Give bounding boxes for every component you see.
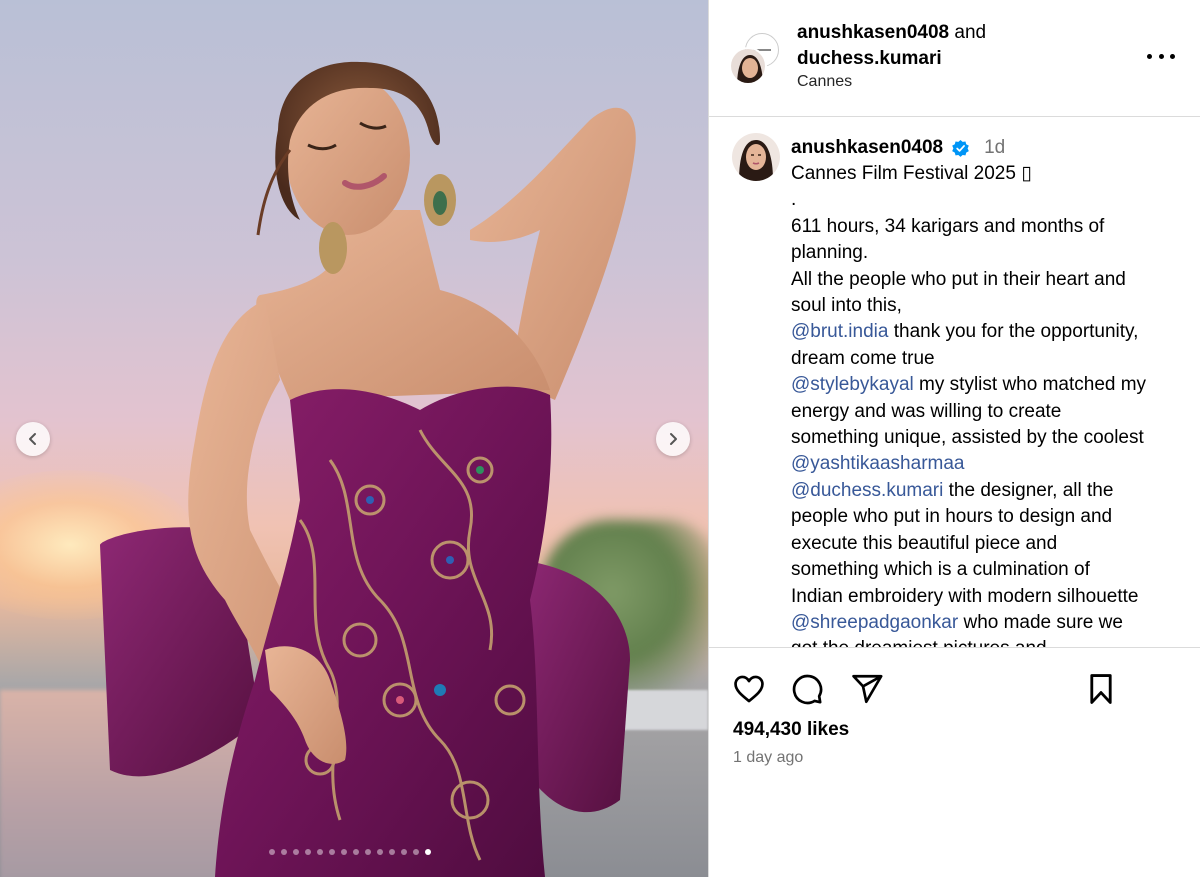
likes-count[interactable]: 494,430 likes — [733, 719, 849, 741]
caption-text-segment: . — [791, 189, 797, 211]
caption-text: Cannes Film Festival 2025 ▯. 611 hours, 3… — [791, 161, 1186, 648]
chevron-left-icon — [29, 433, 36, 445]
mention-link[interactable]: @duchess.kumari — [791, 480, 943, 501]
caption-line: execute this beautiful piece and — [791, 531, 1186, 557]
caption-line: Indian embroidery with modern silhouette — [791, 584, 1186, 610]
caption-line: 611 hours, 34 karigars and months of — [791, 214, 1186, 240]
carousel-dot — [365, 849, 371, 855]
carousel-indicators — [220, 849, 480, 857]
caption-text-segment: 611 hours, 34 karigars and months of — [791, 215, 1105, 237]
caption-line: soul into this, — [791, 293, 1186, 319]
caption-avatar[interactable] — [732, 133, 780, 181]
verified-badge-icon — [952, 139, 969, 157]
caption-line: something which is a culmination of — [791, 557, 1186, 583]
mention-link[interactable]: @yashtikaasharmaa — [791, 453, 964, 474]
caption-body: anushkasen0408 1d Cannes Film Festival 2… — [791, 135, 1186, 648]
post-location[interactable]: Cannes — [797, 73, 852, 91]
caption-line: Cannes Film Festival 2025 ▯ — [791, 161, 1186, 187]
caption-text-segment: who made sure we — [958, 611, 1123, 633]
carousel-dot — [425, 849, 431, 855]
comment-icon — [792, 674, 823, 705]
caption-text-segment: All the people who put in their heart an… — [791, 268, 1126, 290]
carousel-prev-button[interactable] — [16, 422, 50, 456]
header-username-2[interactable]: duchess.kumari — [797, 48, 942, 69]
caption-line: energy and was willing to create — [791, 399, 1186, 425]
caption-text-segment: thank you for the opportunity, — [888, 321, 1139, 343]
caption-line: people who put in hours to design and — [791, 504, 1186, 530]
comment-button[interactable] — [789, 671, 825, 707]
caption-text-segment: something which is a culmination of — [791, 559, 1090, 581]
collab-usernames: anushkasen0408 and duchess.kumari — [797, 20, 986, 72]
caption-text-segment: the designer, all the — [943, 479, 1114, 501]
caption-line: All the people who put in their heart an… — [791, 267, 1186, 293]
carousel-dot — [281, 849, 287, 855]
carousel-dot — [389, 849, 395, 855]
caption-header: anushkasen0408 1d — [791, 135, 1186, 161]
mention-link[interactable]: @shreepadgaonkar — [791, 612, 958, 633]
caption-text-segment: dream come true — [791, 347, 935, 369]
caption-username[interactable]: anushkasen0408 — [791, 135, 943, 161]
carousel-dot — [377, 849, 383, 855]
caption-line: @yashtikaasharmaa — [791, 451, 1186, 477]
caption-line: . — [791, 187, 1186, 213]
caption-text-segment: Cannes Film Festival 2025 ▯ — [791, 163, 1032, 184]
carousel-dot — [305, 849, 311, 855]
caption-text-segment: planning. — [791, 242, 869, 264]
mention-link[interactable]: @brut.india — [791, 321, 888, 342]
carousel-dot — [269, 849, 275, 855]
mention-link[interactable]: @stylebykayal — [791, 374, 914, 395]
post-media[interactable] — [0, 0, 708, 877]
header-and: and — [954, 22, 987, 43]
header-username-1[interactable]: anushkasen0408 — [797, 22, 949, 43]
caption-text-segment: soul into this, — [791, 295, 902, 317]
caption-line: dream come true — [791, 346, 1186, 372]
carousel-next-button[interactable] — [656, 422, 690, 456]
avatar-anushkasen0408[interactable] — [729, 47, 767, 85]
caption-text-segment: something unique, assisted by the cooles… — [791, 427, 1144, 449]
caption-text-segment: my stylist who matched my — [913, 374, 1147, 396]
save-button[interactable] — [1083, 671, 1119, 707]
caption-section: anushkasen0408 1d Cannes Film Festival 2… — [709, 118, 1200, 648]
caption-line: planning. — [791, 240, 1186, 266]
caption-line: @stylebykayal my stylist who matched my — [791, 372, 1186, 398]
share-button[interactable] — [849, 671, 885, 707]
collab-avatars[interactable] — [729, 33, 781, 85]
carousel-dot — [293, 849, 299, 855]
heart-icon — [734, 675, 764, 703]
caption-text-segment: execute this beautiful piece and — [791, 532, 1058, 554]
more-horizontal-icon — [1147, 53, 1152, 59]
caption-line: @duchess.kumari the designer, all the — [791, 478, 1186, 504]
caption-text-segment: people who put in hours to design and — [791, 506, 1113, 528]
post-photo — [100, 61, 636, 877]
caption-line: @shreepadgaonkar who made sure we — [791, 610, 1186, 636]
carousel-dot — [401, 849, 407, 855]
caption-line: @brut.india thank you for the opportunit… — [791, 319, 1186, 345]
more-options-button[interactable] — [1147, 46, 1175, 66]
caption-text-segment: energy and was willing to create — [791, 400, 1062, 422]
caption-text-segment: Indian embroidery with modern silhouette — [791, 585, 1139, 607]
caption-timestamp[interactable]: 1d — [984, 135, 1005, 161]
chevron-right-icon — [670, 433, 677, 445]
carousel-dot — [329, 849, 335, 855]
post-details-panel: anushkasen0408 and duchess.kumari Cannes… — [709, 0, 1200, 877]
send-icon — [852, 674, 883, 704]
carousel-dot — [317, 849, 323, 855]
like-button[interactable] — [731, 671, 767, 707]
caption-line: something unique, assisted by the cooles… — [791, 425, 1186, 451]
carousel-dot — [341, 849, 347, 855]
action-bar: 494,430 likes 1 day ago — [709, 647, 1200, 877]
bookmark-icon — [1090, 674, 1112, 704]
post-date[interactable]: 1 day ago — [733, 749, 803, 767]
carousel-dot — [413, 849, 419, 855]
post-header: anushkasen0408 and duchess.kumari Cannes — [709, 0, 1200, 117]
carousel-dot — [353, 849, 359, 855]
